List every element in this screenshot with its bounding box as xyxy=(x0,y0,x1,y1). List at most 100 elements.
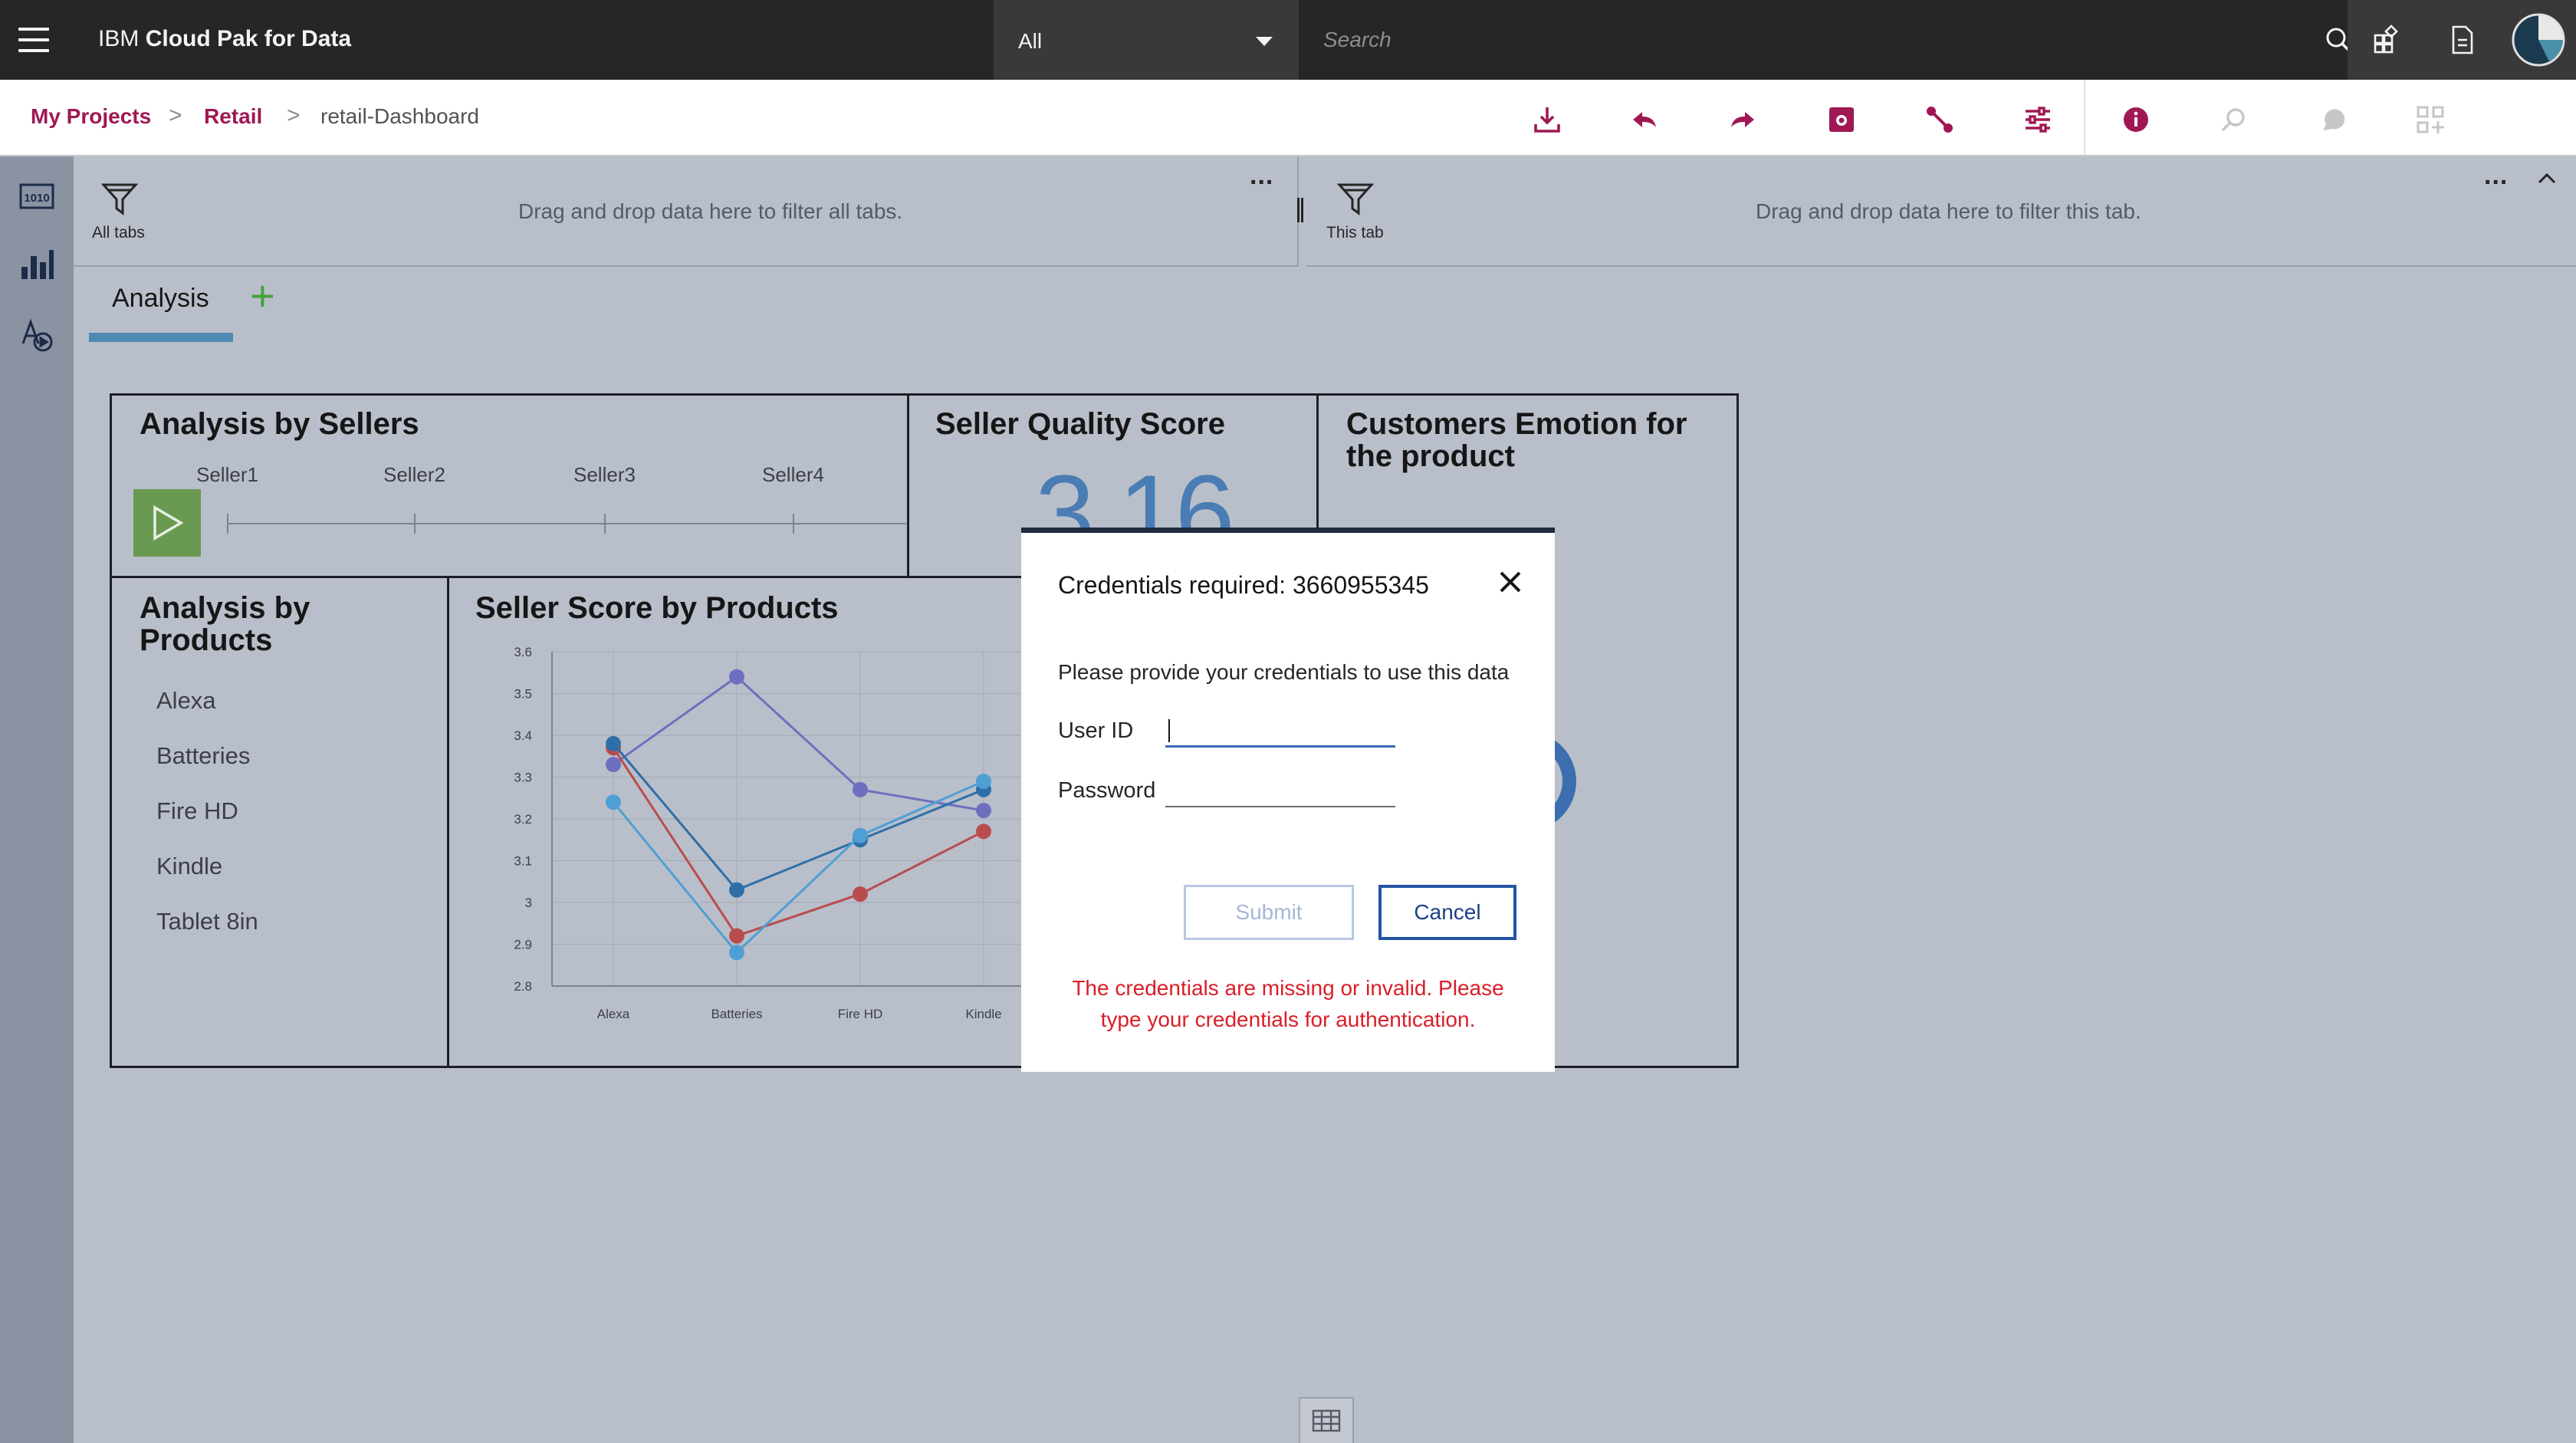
play-button[interactable] xyxy=(133,489,201,557)
y-tick-label: 3.6 xyxy=(514,645,532,659)
x-tick-label: Kindle xyxy=(965,1007,1001,1021)
left-rail: 1010 xyxy=(0,156,74,1443)
all-tabs-overflow-menu[interactable]: ... xyxy=(1250,161,1273,191)
capture-icon[interactable] xyxy=(1825,103,1858,136)
user-avatar[interactable] xyxy=(2501,0,2576,80)
chevron-up-icon[interactable] xyxy=(2536,170,2558,189)
seller-label: Seller4 xyxy=(762,463,824,486)
series-line xyxy=(613,675,984,812)
widget-title: Analysis by Products xyxy=(140,592,310,656)
y-tick-label: 3.2 xyxy=(514,812,532,827)
undo-icon[interactable] xyxy=(1628,103,1662,136)
slider-tick xyxy=(227,514,228,534)
y-tick-label: 2.9 xyxy=(514,938,532,952)
user-id-label: User ID xyxy=(1058,718,1134,743)
chevron-down-icon xyxy=(1256,37,1273,46)
data-point xyxy=(606,735,621,751)
products-widget[interactable]: Analysis by Products Alexa Batteries Fir… xyxy=(110,576,450,1068)
data-point xyxy=(853,886,868,902)
data-point xyxy=(976,773,991,789)
visualizations-icon[interactable] xyxy=(17,244,57,284)
redo-icon[interactable] xyxy=(1725,103,1759,136)
data-point xyxy=(976,823,991,840)
active-tab-indicator xyxy=(89,333,233,342)
apps-switcher-icon[interactable] xyxy=(2348,0,2424,80)
top-bar: IBM Cloud Pak for Data All xyxy=(0,0,2576,80)
y-tick-label: 3 xyxy=(525,896,532,910)
info-icon[interactable] xyxy=(2119,103,2153,136)
dialog-title: Credentials required: 3660955345 xyxy=(1058,571,1429,599)
toolbar-divider xyxy=(2084,80,2085,155)
seller-slider-track[interactable] xyxy=(227,523,906,524)
data-point xyxy=(853,781,868,797)
all-tabs-hint: Drag and drop data here to filter all ta… xyxy=(518,199,903,223)
password-label: Password xyxy=(1058,778,1156,803)
data-point xyxy=(976,803,991,819)
search-scope-dropdown[interactable]: All xyxy=(994,0,1299,80)
seller-label: Seller3 xyxy=(573,463,636,486)
sellers-widget[interactable]: Analysis by Sellers Seller1 Seller2 Sell… xyxy=(110,393,909,578)
data-sources-icon[interactable]: 1010 xyxy=(17,176,57,216)
series-line xyxy=(612,747,984,938)
widget-title: Seller Quality Score xyxy=(935,407,1225,441)
all-tabs-label: All tabs xyxy=(92,224,145,242)
data-point xyxy=(606,794,621,810)
y-tick-label: 3.1 xyxy=(514,854,532,869)
data-point xyxy=(729,945,744,961)
breadcrumb-current-dashboard: retail-Dashboard xyxy=(320,104,479,128)
document-icon[interactable] xyxy=(2424,0,2501,80)
breadcrumb: My Projects > Retail > retail-Dashboard xyxy=(0,80,2576,156)
widget-title-line: Products xyxy=(140,623,273,657)
data-point xyxy=(853,827,868,843)
submit-button[interactable]: Submit xyxy=(1184,885,1354,940)
add-tab-button[interactable]: + xyxy=(250,274,275,317)
breadcrumb-my-projects[interactable]: My Projects xyxy=(31,104,151,129)
this-tab-hint: Drag and drop data here to filter this t… xyxy=(1756,199,2141,223)
product-brand[interactable]: IBM Cloud Pak for Data xyxy=(98,26,351,52)
breadcrumb-separator: > xyxy=(169,103,182,128)
explore-icon-disabled xyxy=(2217,103,2251,136)
product-item[interactable]: Tablet 8in xyxy=(156,908,258,935)
properties-sliders-icon[interactable] xyxy=(2021,103,2055,136)
credentials-dialog: Credentials required: 3660955345 Please … xyxy=(1021,528,1555,1072)
assistant-icon-disabled xyxy=(2315,103,2349,136)
widget-title-line: Analysis by xyxy=(140,591,310,625)
product-item[interactable]: Alexa xyxy=(156,687,216,715)
this-tab-label: This tab xyxy=(1326,224,1384,242)
password-field[interactable] xyxy=(1165,774,1395,807)
text-cursor xyxy=(1168,719,1170,742)
product-item[interactable]: Kindle xyxy=(156,853,222,880)
all-tabs-filter-dropzone[interactable]: All tabs Drag and drop data here to filt… xyxy=(74,156,1299,267)
y-tick-label: 3.5 xyxy=(514,687,532,702)
tab-analysis[interactable]: Analysis xyxy=(112,284,209,314)
close-icon[interactable] xyxy=(1495,567,1526,597)
user-id-field[interactable] xyxy=(1165,714,1395,748)
table-icon xyxy=(1312,1409,1341,1432)
data-point xyxy=(729,928,744,944)
widget-title-line: Customers Emotion for xyxy=(1346,407,1687,441)
widget-title: Analysis by Sellers xyxy=(140,407,419,441)
hamburger-menu-icon[interactable] xyxy=(18,28,49,52)
download-icon[interactable] xyxy=(1530,103,1564,136)
navigation-paths-icon[interactable] xyxy=(17,316,57,356)
dropzone-resize-handle[interactable] xyxy=(1297,198,1303,222)
widget-title-line: the product xyxy=(1346,439,1515,473)
this-tab-filter-dropzone[interactable]: This tab Drag and drop data here to filt… xyxy=(1306,156,2576,267)
product-item[interactable]: Fire HD xyxy=(156,797,238,825)
cancel-button[interactable]: Cancel xyxy=(1378,885,1516,940)
x-tick-label: Fire HD xyxy=(838,1007,883,1021)
x-tick-label: Batteries xyxy=(711,1007,762,1021)
seller-label: Seller1 xyxy=(196,463,258,486)
breadcrumb-retail[interactable]: Retail xyxy=(204,104,262,129)
brand-prefix: IBM xyxy=(98,26,140,51)
search-input[interactable] xyxy=(1299,0,2326,80)
relationships-icon[interactable] xyxy=(1923,103,1957,136)
data-table-toggle[interactable] xyxy=(1299,1397,1354,1443)
product-item[interactable]: Batteries xyxy=(156,742,250,770)
data-point xyxy=(729,882,744,898)
y-tick-label: 3.3 xyxy=(514,771,532,785)
this-tab-overflow-menu[interactable]: ... xyxy=(2484,161,2508,191)
slider-tick xyxy=(414,514,416,534)
dialog-description: Please provide your credentials to use t… xyxy=(1058,660,1510,684)
seller-label: Seller2 xyxy=(383,463,445,486)
